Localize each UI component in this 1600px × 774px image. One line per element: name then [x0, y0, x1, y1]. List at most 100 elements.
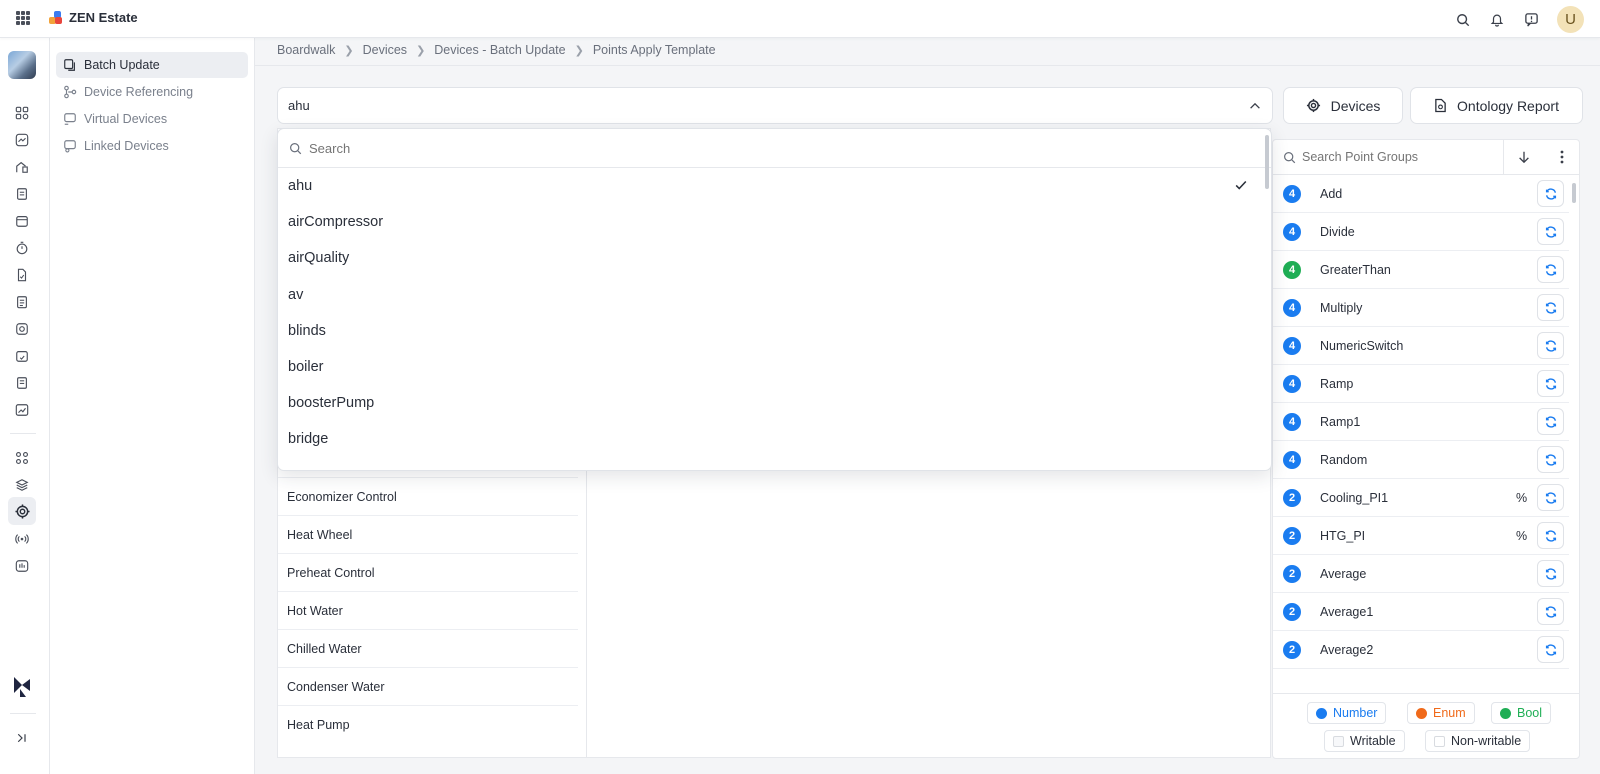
- notification-bell-icon[interactable]: [1489, 12, 1505, 28]
- log-icon[interactable]: [14, 375, 30, 391]
- breadcrumb-item[interactable]: Devices - Batch Update: [434, 43, 565, 57]
- list-item-label: Preheat Control: [287, 565, 375, 580]
- refresh-button[interactable]: [1537, 408, 1564, 435]
- refresh-button[interactable]: [1537, 560, 1564, 587]
- site-thumbnail[interactable]: [8, 51, 36, 79]
- refresh-button[interactable]: [1537, 332, 1564, 359]
- list-item[interactable]: Heat Wheel: [278, 515, 578, 553]
- refresh-button[interactable]: [1537, 522, 1564, 549]
- point-groups-search-input[interactable]: [1302, 150, 1502, 164]
- breadcrumb-item[interactable]: Devices: [363, 43, 407, 57]
- point-group-row[interactable]: 2 Cooling_PI1%: [1273, 479, 1569, 517]
- list-item[interactable]: Heat Pump: [278, 705, 578, 743]
- brand[interactable]: ZEN Estate: [49, 10, 138, 25]
- list-item[interactable]: Hot Water: [278, 591, 578, 629]
- reports-icon[interactable]: [14, 186, 30, 202]
- virtual-devices-icon: [64, 113, 76, 125]
- company-logo-icon[interactable]: [8, 673, 36, 701]
- more-options-button[interactable]: [1543, 140, 1580, 175]
- point-group-row[interactable]: 2 Average2: [1273, 631, 1569, 669]
- portfolio-icon[interactable]: [14, 159, 30, 175]
- meter-icon[interactable]: [14, 558, 30, 574]
- document-icon[interactable]: [14, 267, 30, 283]
- point-group-row[interactable]: 4 Random: [1273, 441, 1569, 479]
- refresh-button[interactable]: [1537, 484, 1564, 511]
- batch-update-icon: [64, 59, 75, 71]
- point-group-row[interactable]: 4 Ramp1: [1273, 403, 1569, 441]
- refresh-button[interactable]: [1537, 218, 1564, 245]
- broadcast-icon[interactable]: [14, 531, 30, 547]
- dropdown-option[interactable]: boiler: [278, 349, 1258, 385]
- point-group-row[interactable]: 4 Divide: [1273, 213, 1569, 251]
- point-groups-list: 4 Add 4 Divide 4 GreaterThan 4 Multiply 4 Numeric…: [1273, 175, 1569, 693]
- apps-grid-icon[interactable]: [16, 11, 30, 25]
- rail-divider: [10, 713, 36, 714]
- point-group-name: Average2: [1320, 642, 1374, 657]
- point-groups-scrollbar[interactable]: [1570, 175, 1579, 693]
- user-avatar[interactable]: U: [1557, 6, 1584, 33]
- refresh-button[interactable]: [1537, 256, 1564, 283]
- schedule-icon[interactable]: [14, 348, 30, 364]
- dashboard-icon[interactable]: [14, 105, 30, 121]
- equipment-type-select[interactable]: ahu: [277, 87, 1273, 124]
- subnav-item-label: Virtual Devices: [84, 112, 168, 126]
- equipment-type-select-value: ahu: [288, 98, 310, 113]
- list-item[interactable]: Economizer Control: [278, 477, 578, 515]
- list-item[interactable]: Preheat Control: [278, 553, 578, 591]
- point-group-row[interactable]: 4 Multiply: [1273, 289, 1569, 327]
- legend-bool: Bool: [1491, 702, 1552, 724]
- point-group-row[interactable]: 2 Average: [1273, 555, 1569, 593]
- refresh-icon: [1545, 491, 1556, 504]
- subnav-item-device-referencing[interactable]: Device Referencing: [56, 79, 248, 105]
- dropdown-scrollbar[interactable]: [1265, 135, 1269, 189]
- point-group-name: NumericSwitch: [1320, 338, 1404, 353]
- dropdown-search-input[interactable]: [309, 140, 1209, 156]
- refresh-button[interactable]: [1537, 180, 1564, 207]
- dropdown-option[interactable]: ahu: [278, 168, 1258, 204]
- analytics-icon[interactable]: [14, 132, 30, 148]
- search-icon[interactable]: [1455, 12, 1471, 28]
- list-item[interactable]: Chilled Water: [278, 629, 578, 667]
- legend-number-label: Number: [1333, 706, 1378, 720]
- refresh-icon: [1545, 377, 1556, 390]
- refresh-button[interactable]: [1537, 294, 1564, 321]
- integrations-icon[interactable]: [14, 450, 30, 466]
- dropdown-option[interactable]: airCompressor: [278, 204, 1258, 240]
- bool-dot-icon: [1500, 707, 1511, 719]
- point-group-row[interactable]: 4 Add: [1273, 175, 1569, 213]
- point-count-badge: 4: [1283, 184, 1301, 203]
- calendar-icon[interactable]: [14, 213, 30, 229]
- point-count-badge: 4: [1283, 374, 1301, 393]
- dropdown-option[interactable]: av: [278, 277, 1258, 313]
- point-group-row[interactable]: 4 Ramp: [1273, 365, 1569, 403]
- point-group-row[interactable]: 4 GreaterThan: [1273, 251, 1569, 289]
- gear-icon: [1306, 98, 1320, 113]
- sort-button[interactable]: [1503, 140, 1543, 175]
- dropdown-option[interactable]: airQuality: [278, 240, 1258, 276]
- layers-icon[interactable]: [14, 477, 30, 493]
- dropdown-option[interactable]: blinds: [278, 313, 1258, 349]
- point-group-row[interactable]: 2 HTG_PI%: [1273, 517, 1569, 555]
- ontology-report-button[interactable]: Ontology Report: [1410, 87, 1583, 124]
- devices-settings-icon[interactable]: [8, 497, 36, 525]
- trends-icon[interactable]: [14, 402, 30, 418]
- checklist-icon[interactable]: [14, 294, 30, 310]
- feedback-icon[interactable]: [1523, 12, 1539, 28]
- refresh-button[interactable]: [1537, 446, 1564, 473]
- list-item[interactable]: Condenser Water: [278, 667, 578, 705]
- expand-sidebar-icon[interactable]: [14, 730, 30, 746]
- subnav-item-batch-update[interactable]: Batch Update: [56, 52, 248, 78]
- dropdown-option[interactable]: boosterPump: [278, 385, 1258, 421]
- subnav-item-virtual-devices[interactable]: Virtual Devices: [56, 106, 248, 132]
- camera-icon[interactable]: [14, 321, 30, 337]
- devices-button[interactable]: Devices: [1283, 87, 1403, 124]
- refresh-button[interactable]: [1537, 636, 1564, 663]
- refresh-button[interactable]: [1537, 598, 1564, 625]
- point-group-row[interactable]: 4 NumericSwitch: [1273, 327, 1569, 365]
- breadcrumb-item[interactable]: Boardwalk: [277, 43, 335, 57]
- point-group-row[interactable]: 2 Average1: [1273, 593, 1569, 631]
- subnav-item-linked-devices[interactable]: Linked Devices: [56, 133, 248, 159]
- refresh-button[interactable]: [1537, 370, 1564, 397]
- timer-icon[interactable]: [14, 240, 30, 256]
- dropdown-option[interactable]: bridge: [278, 421, 1258, 457]
